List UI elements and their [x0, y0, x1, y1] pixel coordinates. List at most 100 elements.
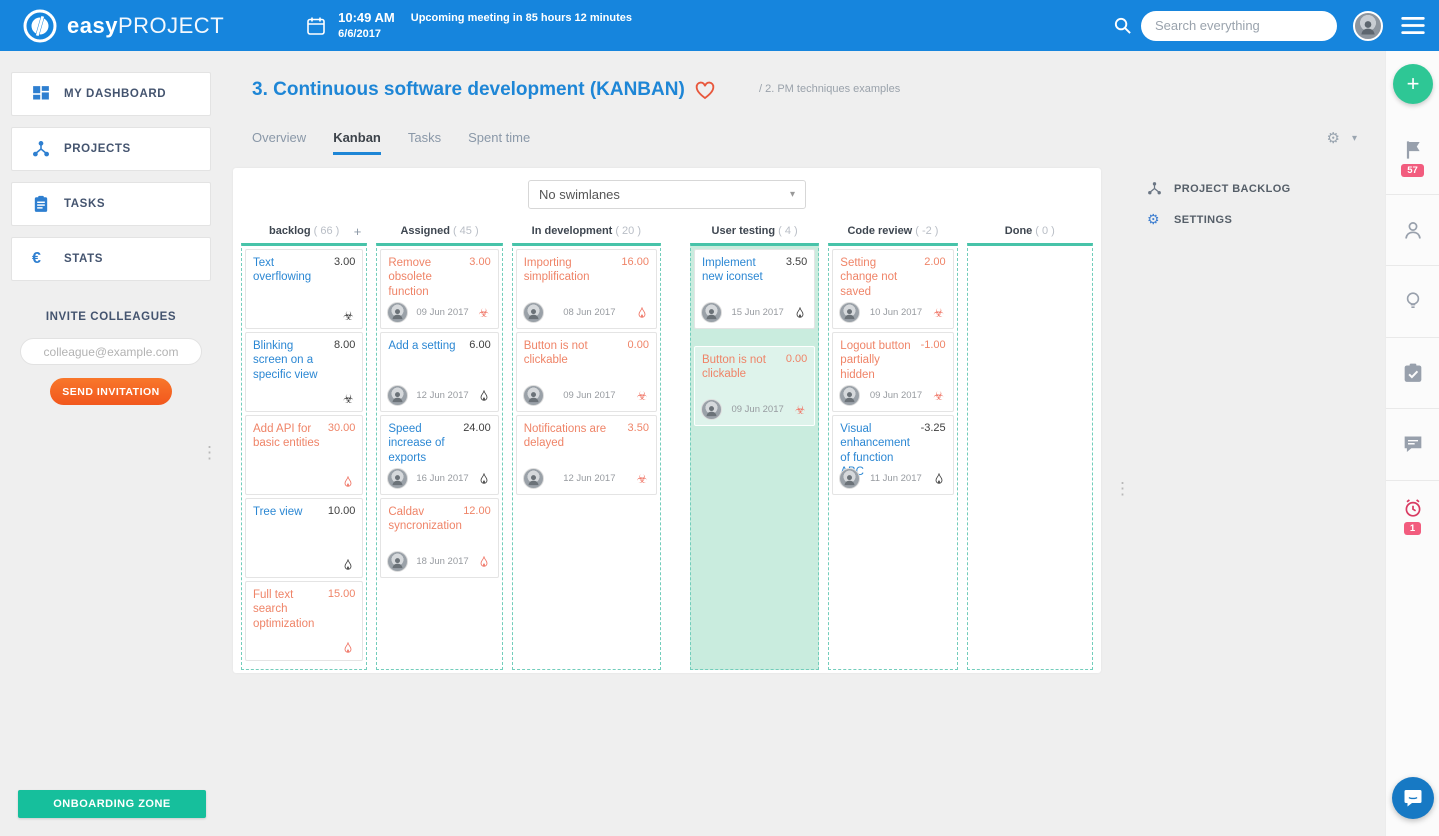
send-invitation-button[interactable]: SEND INVITATION: [50, 378, 172, 405]
breadcrumb[interactable]: / 2. PM techniques examples: [759, 83, 900, 95]
sidebar-item-projects[interactable]: PROJECTS: [11, 127, 211, 171]
kanban-card[interactable]: Logout button partially hidden-1.0009 Ju…: [832, 332, 953, 412]
card-title: Caldav syncronization: [388, 505, 462, 534]
tab-spent-time[interactable]: Spent time: [468, 130, 530, 155]
card-value: 0.00: [786, 353, 807, 365]
kanban-card[interactable]: Text overflowing3.00☣: [245, 249, 363, 329]
kanban-card[interactable]: Speed increase of exports24.0016 Jun 201…: [380, 415, 498, 495]
support-chat-button[interactable]: [1392, 777, 1434, 819]
card-value: 3.00: [334, 256, 355, 268]
card-value: -1.00: [921, 339, 946, 351]
column-name: In development: [532, 225, 613, 237]
column-header: Done( 0 ): [967, 217, 1093, 243]
calendar-icon[interactable]: [306, 16, 326, 36]
projects-network-icon: [32, 140, 50, 158]
kanban-card[interactable]: Button is not clickable0.0009 Jun 2017☣: [516, 332, 657, 412]
side-menu-item-settings[interactable]: ⚙ SETTINGS: [1147, 204, 1291, 235]
settings-gear-icon: ⚙: [1147, 212, 1162, 227]
priority-biohazard-icon: ☣: [341, 392, 355, 406]
onboarding-zone-button[interactable]: ONBOARDING ZONE: [18, 790, 206, 818]
column-name: Assigned: [400, 225, 450, 237]
sidebar-item-label: STATS: [64, 253, 103, 265]
sidebar-item-stats[interactable]: €STATS: [11, 237, 211, 281]
card-value: 0.00: [628, 339, 649, 351]
easyproject-logo[interactable]: easyPROJECT: [22, 8, 224, 44]
kanban-card[interactable]: Add API for basic entities30.00: [245, 415, 363, 495]
kanban-card[interactable]: Full text search optimization15.00: [245, 581, 363, 661]
kanban-card[interactable]: Blinking screen on a specific view8.00☣: [245, 332, 363, 412]
card-title: Logout button partially hidden: [840, 339, 916, 382]
side-menu-label: SETTINGS: [1174, 214, 1232, 226]
quick-add-button[interactable]: +: [1393, 64, 1433, 104]
sidebar-item-my-dashboard[interactable]: MY DASHBOARD: [11, 72, 211, 116]
invite-email-field[interactable]: [20, 338, 202, 365]
kanban-card[interactable]: Caldav syncronization12.0018 Jun 2017: [380, 498, 498, 578]
logo-text: easyPROJECT: [67, 13, 224, 39]
kanban-card[interactable]: Add a setting6.0012 Jun 2017: [380, 332, 498, 412]
search-input[interactable]: [1141, 11, 1337, 41]
lightbulb-icon: [1403, 291, 1423, 311]
column-count: ( 45 ): [453, 225, 479, 237]
tab-tasks[interactable]: Tasks: [408, 130, 441, 155]
column-count: ( 0 ): [1035, 225, 1055, 237]
kanban-card[interactable]: Implement new iconset3.5015 Jun 2017: [694, 249, 815, 329]
hamburger-menu-icon[interactable]: [1401, 17, 1425, 34]
card-title: Implement new iconset: [702, 256, 778, 285]
priority-biohazard-icon: ☣: [932, 389, 946, 403]
priority-biohazard-icon: ☣: [793, 403, 807, 417]
assignee-avatar: [523, 302, 544, 323]
kanban-column-code-review: Code review( -2 )Setting change not save…: [828, 217, 957, 670]
card-title: Tree view: [253, 505, 327, 519]
card-value: 10.00: [328, 505, 356, 517]
kanban-card-dragging[interactable]: Button is not clickable0.0009 Jun 2017☣: [694, 346, 815, 426]
tab-overview[interactable]: Overview: [252, 130, 306, 155]
user-avatar[interactable]: [1353, 11, 1383, 41]
side-menu-item-project-backlog[interactable]: PROJECT BACKLOG: [1147, 173, 1291, 204]
tab-kanban[interactable]: Kanban: [333, 130, 381, 155]
column-count: ( 20 ): [615, 225, 641, 237]
sidebar-item-tasks[interactable]: TASKS: [11, 182, 211, 226]
kanban-card[interactable]: Notifications are delayed3.5012 Jun 2017…: [516, 415, 657, 495]
assignee-avatar: [387, 551, 408, 572]
invite-colleagues-section: INVITE COLLEAGUES SEND INVITATION: [0, 311, 222, 405]
kanban-card[interactable]: Remove obsolete function3.0009 Jun 2017☣: [380, 249, 498, 329]
kanban-card[interactable]: Visual enhancement of function ABC-3.251…: [832, 415, 953, 495]
search-icon[interactable]: [1113, 16, 1132, 35]
swimlanes-dropdown[interactable]: No swimlanes ▾: [528, 180, 806, 209]
priority-flame-icon: [341, 475, 355, 489]
toolbar-item-chat[interactable]: [1386, 409, 1439, 481]
toolbar-item-flag[interactable]: 57: [1386, 123, 1439, 195]
card-title: Remove obsolete function: [388, 256, 462, 299]
board-resize-handle[interactable]: ⋮: [1114, 479, 1131, 499]
column-header: In development( 20 ): [512, 217, 661, 243]
kanban-card[interactable]: Setting change not saved2.0010 Jun 2017☣: [832, 249, 953, 329]
chat-icon: [1403, 434, 1423, 454]
page-title: 3. Continuous software development (KANB…: [252, 79, 685, 101]
add-card-button[interactable]: +: [354, 224, 362, 239]
board-options-caret-icon[interactable]: ▾: [1352, 133, 1357, 144]
project-side-menu: PROJECT BACKLOG ⚙ SETTINGS: [1147, 173, 1291, 235]
priority-flame-icon: [477, 555, 491, 569]
alarm-icon: [1403, 498, 1423, 518]
card-value: 16.00: [621, 256, 649, 268]
card-title: Add API for basic entities: [253, 422, 327, 451]
flag-icon: [1403, 140, 1423, 160]
kanban-card[interactable]: Importing simplification16.0008 Jun 2017: [516, 249, 657, 329]
toolbar-item-alarm[interactable]: 1: [1386, 481, 1439, 553]
due-date: 09 Jun 2017: [544, 390, 635, 401]
meeting-notice[interactable]: Upcoming meeting in 85 hours 12 minutes: [411, 12, 632, 24]
kanban-column-done: Done( 0 ): [967, 217, 1093, 670]
swimlanes-caret-icon: ▾: [790, 189, 795, 200]
assignee-avatar: [387, 385, 408, 406]
card-value: 2.00: [924, 256, 945, 268]
toolbar-item-tasks-check[interactable]: [1386, 338, 1439, 410]
kanban-column-assigned: Assigned( 45 ) Remove obsolete function3.…: [376, 217, 502, 670]
board-settings-gear-icon[interactable]: ⚙: [1327, 129, 1340, 147]
toolbar-item-lightbulb[interactable]: [1386, 266, 1439, 338]
favorite-heart-icon[interactable]: [695, 81, 715, 100]
card-title: Text overflowing: [253, 256, 327, 285]
card-value: 6.00: [469, 339, 490, 351]
kanban-card[interactable]: Tree view10.00: [245, 498, 363, 578]
toolbar-item-person[interactable]: [1386, 195, 1439, 267]
sidebar-resize-handle[interactable]: ⋮: [197, 441, 222, 465]
